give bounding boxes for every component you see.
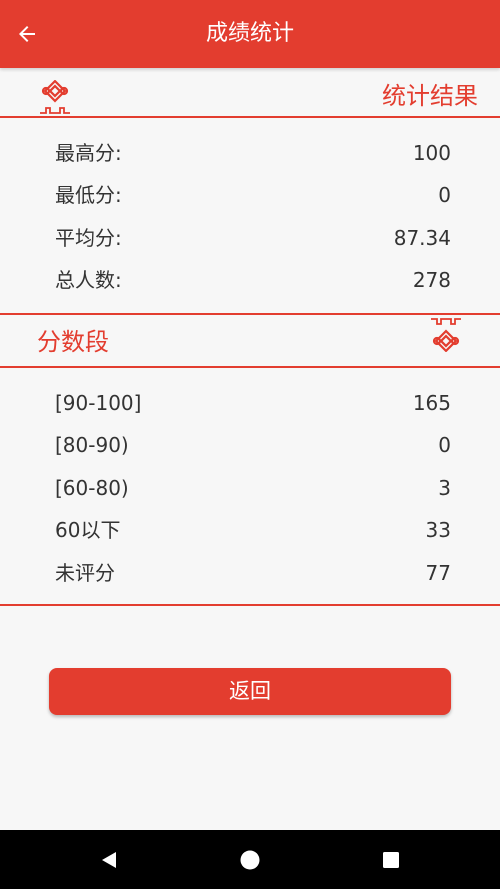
stat-label: 最低分: [55,183,122,207]
stat-row-min: 最低分: 0 [55,180,451,210]
range-label: [80-90) [55,433,129,457]
range-row: 未评分 77 [55,558,451,588]
home-circle-icon [240,850,260,870]
range-count: 77 [425,561,451,585]
divider [0,313,500,315]
back-triangle-icon [102,852,116,868]
stats-section-title: 统计结果 [382,82,478,110]
return-button[interactable]: 返回 [49,668,451,715]
system-nav-bar [0,830,500,889]
divider [0,116,500,118]
stat-value: 100 [412,141,451,165]
nav-back-button[interactable] [97,848,121,872]
divider [0,604,500,606]
stat-value: 0 [438,183,451,207]
nav-home-button[interactable] [238,848,262,872]
stat-row-average: 平均分: 87.34 [55,223,451,253]
stat-value: 87.34 [393,226,451,250]
range-count: 165 [412,391,451,415]
stat-value: 278 [412,268,451,292]
range-count: 3 [438,476,451,500]
chinese-knot-icon [40,80,70,114]
page-title: 成绩统计 [205,21,294,46]
stat-label: 总人数: [55,268,122,292]
range-label: [60-80) [55,476,129,500]
range-label: 未评分 [55,561,115,585]
range-label: 60以下 [55,518,121,542]
range-count: 0 [438,433,451,457]
range-row: 60以下 33 [55,515,451,545]
range-section-title: 分数段 [37,328,109,356]
range-label: [90-100] [55,391,142,415]
stat-label: 最高分: [55,141,122,165]
chinese-knot-icon [431,318,461,352]
stat-row-max: 最高分: 100 [55,138,451,168]
stat-row-total: 总人数: 278 [55,265,451,295]
nav-recents-button[interactable] [379,848,403,872]
range-row: [90-100] 165 [55,388,451,418]
app-bar: 成绩统计 [0,0,500,68]
recents-square-icon [383,852,399,868]
range-count: 33 [425,518,451,542]
divider [0,366,500,368]
stat-label: 平均分: [55,226,122,250]
range-row: [80-90) 0 [55,430,451,460]
range-row: [60-80) 3 [55,473,451,503]
